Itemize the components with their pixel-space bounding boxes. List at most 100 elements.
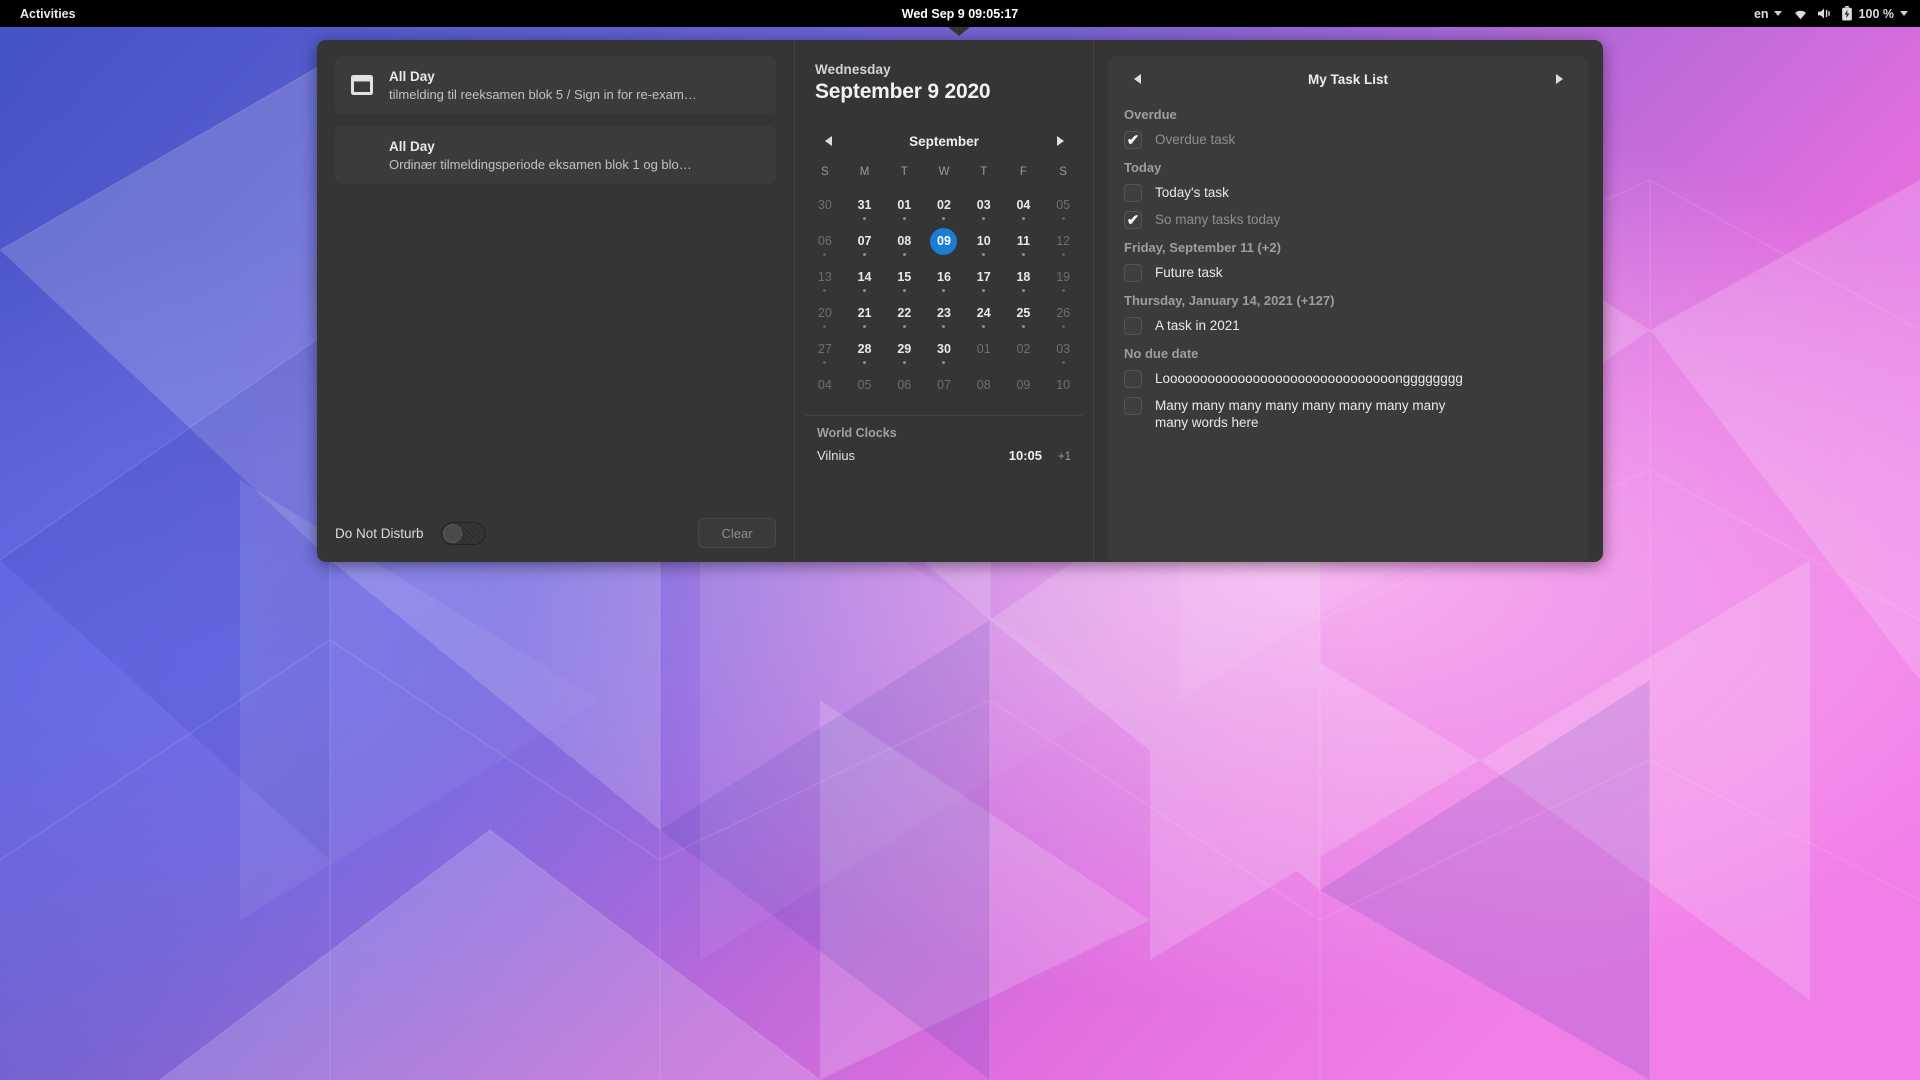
calendar-day-cell[interactable]: 04 bbox=[1004, 187, 1044, 223]
calendar-day-cell[interactable]: 05 bbox=[1043, 187, 1083, 223]
calendar-day-cell[interactable]: 22 bbox=[884, 295, 924, 331]
next-month-button[interactable] bbox=[1049, 130, 1071, 152]
clock-button[interactable]: Wed Sep 9 09:05:17 bbox=[902, 7, 1019, 21]
system-status-area[interactable]: 100 % bbox=[1793, 6, 1908, 21]
calendar-day-number: 08 bbox=[976, 377, 991, 392]
calendar-day-cell[interactable]: 09 bbox=[1004, 367, 1044, 403]
prev-month-button[interactable] bbox=[817, 130, 839, 152]
checkbox-unchecked-icon[interactable] bbox=[1124, 397, 1142, 415]
calendar-header: Wednesday September 9 2020 bbox=[795, 62, 1093, 112]
notification-item[interactable]: All Day Ordinær tilmeldingsperiode eksam… bbox=[335, 126, 776, 184]
next-task-list-button[interactable] bbox=[1548, 68, 1570, 90]
calendar-day-cell[interactable]: 07 bbox=[924, 367, 964, 403]
calendar-weekday-initial: S bbox=[821, 166, 829, 178]
calendar-day-cell[interactable]: 11 bbox=[1004, 223, 1044, 259]
calendar-day-cell[interactable]: 26 bbox=[1043, 295, 1083, 331]
calendar-event-dot bbox=[823, 289, 827, 292]
calendar-day-cell[interactable]: 24 bbox=[964, 295, 1004, 331]
notification-item[interactable]: All Day tilmelding til reeksamen blok 5 … bbox=[335, 56, 776, 114]
calendar-day-cell[interactable]: 10 bbox=[964, 223, 1004, 259]
calendar-day-cell[interactable]: 29 bbox=[884, 331, 924, 367]
task-item[interactable]: Looooooooooooooooooooooooooooooonggggggg… bbox=[1122, 365, 1574, 392]
world-clock-city: Vilnius bbox=[817, 448, 856, 463]
calendar-weekday-label: Wednesday bbox=[815, 62, 891, 77]
calendar-day-cell[interactable]: 09 bbox=[924, 223, 964, 259]
calendar-day-cell[interactable]: 19 bbox=[1043, 259, 1083, 295]
calendar-day-number: 27 bbox=[817, 341, 832, 356]
calendar-event-dot bbox=[982, 253, 986, 256]
calendar-day-cell[interactable]: 30 bbox=[924, 331, 964, 367]
task-item[interactable]: Many many many many many many many many … bbox=[1122, 392, 1574, 436]
calendar-day-cell[interactable]: 01 bbox=[884, 187, 924, 223]
calendar-day-cell[interactable]: 10 bbox=[1043, 367, 1083, 403]
task-list-title: My Task List bbox=[1307, 71, 1389, 87]
calendar-day-number: 19 bbox=[1056, 269, 1071, 284]
calendar-day-cell[interactable]: 04 bbox=[805, 367, 845, 403]
calendar-day-cell[interactable]: 20 bbox=[805, 295, 845, 331]
toggle-knob bbox=[442, 523, 462, 543]
calendar-day-cell[interactable]: 27 bbox=[805, 331, 845, 367]
task-item[interactable]: Future task bbox=[1122, 259, 1574, 286]
world-clock-offset: +1 bbox=[1057, 451, 1071, 463]
calendar-day-cell[interactable]: 05 bbox=[845, 367, 885, 403]
calendar-day-cell[interactable]: 03 bbox=[964, 187, 1004, 223]
task-item[interactable]: A task in 2021 bbox=[1122, 312, 1574, 339]
battery-button[interactable]: 100 % bbox=[1841, 6, 1908, 21]
keyboard-layout-button[interactable]: en bbox=[1754, 7, 1782, 21]
calendar-day-number: 30 bbox=[817, 197, 832, 212]
panel-pointer-arrow bbox=[948, 27, 970, 36]
clear-notifications-button[interactable]: Clear bbox=[698, 518, 776, 548]
calendar-day-cell[interactable]: 30 bbox=[805, 187, 845, 223]
calendar-day-cell[interactable]: 23 bbox=[924, 295, 964, 331]
calendar-day-number: 04 bbox=[817, 377, 832, 392]
calendar-day-cell[interactable]: 21 bbox=[845, 295, 885, 331]
calendar-day-cell[interactable]: 18 bbox=[1004, 259, 1044, 295]
notification-footer: Do Not Disturb Clear bbox=[335, 518, 776, 548]
world-clocks-section[interactable]: World Clocks Vilnius 10:05 +1 bbox=[805, 415, 1083, 475]
calendar-day-cell[interactable]: 31 bbox=[845, 187, 885, 223]
calendar-weekday-initial: T bbox=[980, 166, 988, 178]
calendar-day-cell[interactable]: 03 bbox=[1043, 331, 1083, 367]
do-not-disturb-toggle[interactable] bbox=[440, 521, 486, 545]
calendar-day-cell[interactable]: 06 bbox=[884, 367, 924, 403]
calendar-day-cell[interactable]: 13 bbox=[805, 259, 845, 295]
checkbox-checked-icon[interactable]: ✔ bbox=[1124, 131, 1142, 149]
calendar-day-number: 02 bbox=[937, 197, 951, 212]
prev-task-list-button[interactable] bbox=[1126, 68, 1148, 90]
calendar-day-cell[interactable]: 02 bbox=[924, 187, 964, 223]
task-item-label: Future task bbox=[1155, 265, 1223, 280]
calendar-event-dot bbox=[863, 289, 867, 292]
checkbox-unchecked-icon[interactable] bbox=[1124, 264, 1142, 282]
check-icon: ✔ bbox=[1126, 211, 1140, 229]
calendar-day-cell[interactable]: 08 bbox=[964, 367, 1004, 403]
task-item[interactable]: ✔ So many tasks today bbox=[1122, 206, 1574, 233]
activities-button[interactable]: Activities bbox=[14, 4, 82, 24]
calendar-day-cell[interactable]: 07 bbox=[845, 223, 885, 259]
checkbox-checked-icon[interactable]: ✔ bbox=[1124, 211, 1142, 229]
checkbox-unchecked-icon[interactable] bbox=[1124, 370, 1142, 388]
do-not-disturb-row[interactable]: Do Not Disturb bbox=[335, 521, 486, 545]
calendar-day-cell[interactable]: 25 bbox=[1004, 295, 1044, 331]
calendar-day-cell[interactable]: 17 bbox=[964, 259, 1004, 295]
calendar-day-cell[interactable]: 06 bbox=[805, 223, 845, 259]
calendar-icon bbox=[348, 142, 375, 169]
calendar-day-number: 20 bbox=[817, 305, 832, 320]
task-item[interactable]: Today's task bbox=[1122, 179, 1574, 206]
calendar-day-cell[interactable]: 12 bbox=[1043, 223, 1083, 259]
calendar-day-cell[interactable]: 16 bbox=[924, 259, 964, 295]
calendar-day-cell[interactable]: 14 bbox=[845, 259, 885, 295]
checkbox-unchecked-icon[interactable] bbox=[1124, 184, 1142, 202]
calendar-day-cell[interactable]: 08 bbox=[884, 223, 924, 259]
task-item-label: Many many many many many many many many … bbox=[1155, 398, 1446, 431]
calendar-day-cell[interactable]: 28 bbox=[845, 331, 885, 367]
calendar-day-number: 03 bbox=[976, 197, 991, 212]
calendar-event-dot bbox=[902, 289, 906, 292]
calendar-day-number: 13 bbox=[817, 269, 832, 284]
calendar-day-cell[interactable]: 15 bbox=[884, 259, 924, 295]
calendar-event-dot bbox=[982, 289, 986, 292]
clock-label: Wed Sep 9 09:05:17 bbox=[901, 6, 1019, 21]
task-item[interactable]: ✔ Overdue task bbox=[1122, 126, 1574, 153]
calendar-day-cell[interactable]: 02 bbox=[1004, 331, 1044, 367]
checkbox-unchecked-icon[interactable] bbox=[1124, 317, 1142, 335]
calendar-day-cell[interactable]: 01 bbox=[964, 331, 1004, 367]
